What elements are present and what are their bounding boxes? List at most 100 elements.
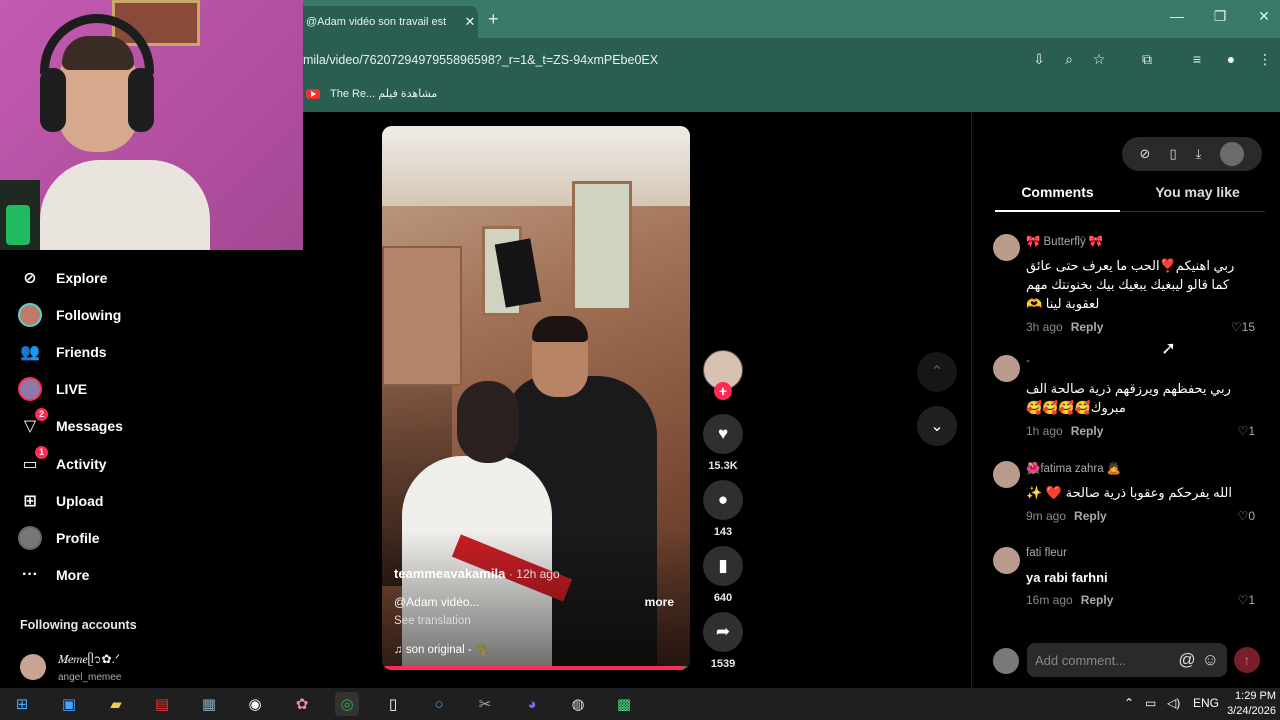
profile-avatar-icon[interactable]: ● — [1220, 48, 1242, 70]
phone-icon[interactable]: ▯ — [1169, 146, 1176, 162]
obs-icon[interactable]: ◉ — [243, 692, 267, 716]
steam-icon[interactable]: ◍ — [566, 692, 590, 716]
comment-avatar[interactable] — [993, 461, 1020, 488]
browser-menu-icon[interactable]: ⋮ — [1254, 48, 1276, 70]
download-icon[interactable]: ⤓ — [1196, 146, 1202, 162]
paint-icon[interactable]: ✿ — [290, 692, 314, 716]
sidebar-item-label: LIVE — [56, 381, 88, 397]
mention-icon[interactable]: @ — [1178, 650, 1195, 670]
bookmark-item[interactable]: The Re... مشاهدة فيلم — [306, 87, 437, 100]
emoji-icon[interactable]: ☺ — [1202, 650, 1219, 670]
following-account-item[interactable]: 𝑀𝑒𝑚𝑒ᥫ᭡✿.ᐟ angel_memee — [20, 650, 121, 683]
minimize-button[interactable]: — — [1162, 8, 1192, 24]
comment-time: 16m ago — [1026, 593, 1073, 607]
comment-username[interactable]: 🎀 Butterflÿ 🎀 — [1026, 234, 1103, 248]
upload-icon: ⊞ — [23, 493, 37, 510]
comment-avatar[interactable] — [993, 355, 1020, 382]
sidebar-item-more[interactable]: ··· More — [18, 560, 268, 590]
sidebar-item-activity[interactable]: ▭ 1 Activity — [18, 446, 268, 479]
video-description: @Adam vidéo... — [394, 595, 480, 609]
voicemod-icon[interactable]: ▤ — [150, 692, 174, 716]
comment-avatar[interactable] — [993, 234, 1020, 261]
notepad-icon[interactable]: ▯ — [381, 692, 405, 716]
close-window-button[interactable]: ✕ — [1249, 8, 1279, 25]
android-icon[interactable]: ▩ — [612, 692, 636, 716]
see-translation-link[interactable]: See translation — [394, 615, 471, 627]
tab-close-icon[interactable]: ✕ — [462, 14, 478, 30]
comment-username[interactable]: - — [1026, 355, 1030, 367]
comment-username[interactable]: 🌺fatima zahra 🙇 — [1026, 461, 1121, 475]
network-icon[interactable]: ▭ — [1145, 696, 1156, 710]
zoom-icon[interactable]: ⌕ — [1058, 48, 1080, 70]
save-count: 640 — [713, 592, 733, 604]
video-progress-bar[interactable] — [382, 666, 690, 670]
video-ceiling — [382, 126, 690, 206]
comment-like[interactable]: ♡1 — [1238, 593, 1255, 607]
post-comment-button[interactable]: ↑ — [1234, 647, 1260, 673]
tray-chevron-icon[interactable]: ⌃ — [1124, 696, 1134, 710]
comment-icon[interactable]: ● — [703, 480, 743, 520]
bookmark-star-icon[interactable]: ☆ — [1088, 48, 1110, 70]
reply-button[interactable]: Reply — [1071, 424, 1104, 438]
comment-like-count: 1 — [1248, 593, 1255, 607]
comment-action[interactable]: ● 143 — [703, 480, 743, 538]
install-app-icon[interactable]: ⇩ — [1028, 48, 1050, 70]
comment-like-count: 15 — [1241, 320, 1255, 334]
video-player[interactable]: teammeavakamila · 12h ago @Adam vidéo...… — [382, 126, 690, 670]
reply-button[interactable]: Reply — [1071, 320, 1104, 334]
file-explorer-icon[interactable]: ▰ — [104, 692, 128, 716]
video-window — [572, 181, 632, 311]
cortana-icon[interactable]: ○ — [427, 692, 451, 716]
like-action[interactable]: ♥ 15.3K — [703, 414, 743, 472]
sidebar-item-live[interactable]: LIVE — [18, 374, 268, 404]
store-icon[interactable]: ▣ — [57, 692, 81, 716]
sidebar-item-friends[interactable]: 👥 Friends — [18, 337, 268, 367]
user-avatar[interactable] — [1220, 142, 1245, 166]
comment-like[interactable]: ♡0 — [1238, 509, 1255, 523]
compass-icon: ⊘ — [23, 270, 37, 287]
next-video-button[interactable]: ⌄ — [917, 406, 957, 446]
windows-start-icon[interactable]: ⊞ — [10, 692, 34, 716]
sidebar-item-explore[interactable]: ⊘ Explore — [18, 263, 268, 293]
sidebar-item-label: Friends — [56, 344, 107, 360]
embed-icon[interactable]: ⊘ — [1140, 146, 1151, 162]
sidebar-item-following[interactable]: Following — [18, 300, 268, 330]
share-icon[interactable]: ➦ — [703, 612, 743, 652]
save-action[interactable]: ▮ 640 — [703, 546, 743, 604]
music-link[interactable]: ♫ son original - 🌴 — [394, 642, 489, 656]
video-author[interactable]: teammeavakamila · 12h ago — [394, 566, 560, 581]
sidebar-item-profile[interactable]: Profile — [18, 523, 268, 553]
sidebar-item-messages[interactable]: ▽ 2 Messages — [18, 408, 268, 441]
more-button[interactable]: more — [645, 595, 674, 609]
comment-username[interactable]: fati fleur — [1026, 547, 1067, 559]
volume-icon[interactable]: ◁) — [1167, 696, 1180, 710]
comment-like[interactable]: ♡1 — [1238, 424, 1255, 438]
browser-tab[interactable]: @Adam vidéo son travail est ✕ — [296, 6, 478, 38]
comment-like[interactable]: ♡15 — [1231, 320, 1255, 334]
reply-button[interactable]: Reply — [1081, 593, 1114, 607]
taskbar-clock[interactable]: 1:29 PM 3/24/2026 — [1222, 689, 1276, 719]
language-indicator[interactable]: ENG — [1193, 696, 1219, 710]
share-count: 1539 — [710, 658, 736, 670]
media-control-icon[interactable]: ≡ — [1186, 48, 1208, 70]
video-bride-head — [457, 381, 519, 463]
share-action[interactable]: ➦ 1539 — [703, 612, 743, 670]
heart-icon[interactable]: ♥ — [703, 414, 743, 454]
capcut-icon[interactable]: ✂ — [473, 692, 497, 716]
maximize-button[interactable]: ❐ — [1205, 8, 1235, 25]
comment-avatar[interactable] — [993, 547, 1020, 574]
discord-icon[interactable]: ◕ — [520, 692, 544, 716]
add-comment-input[interactable]: Add comment... @ ☺ — [1027, 643, 1227, 677]
sidebar-item-upload[interactable]: ⊞ Upload — [18, 486, 268, 516]
address-bar[interactable]: amila/video/7620729497955896598?_r=1&_t=… — [296, 46, 1016, 74]
extensions-icon[interactable]: ⧉ — [1136, 48, 1158, 70]
new-tab-button[interactable]: + — [488, 9, 499, 30]
bookmark-icon[interactable]: ▮ — [703, 546, 743, 586]
previous-video-button[interactable]: ⌃ — [917, 352, 957, 392]
chrome-icon[interactable]: ◎ — [335, 692, 359, 716]
reply-button[interactable]: Reply — [1074, 509, 1107, 523]
app-icon[interactable]: ▦ — [197, 692, 221, 716]
tab-comments[interactable]: Comments — [995, 184, 1120, 212]
follow-plus-icon[interactable]: + — [714, 382, 732, 400]
tab-you-may-like[interactable]: You may like — [1135, 184, 1260, 200]
